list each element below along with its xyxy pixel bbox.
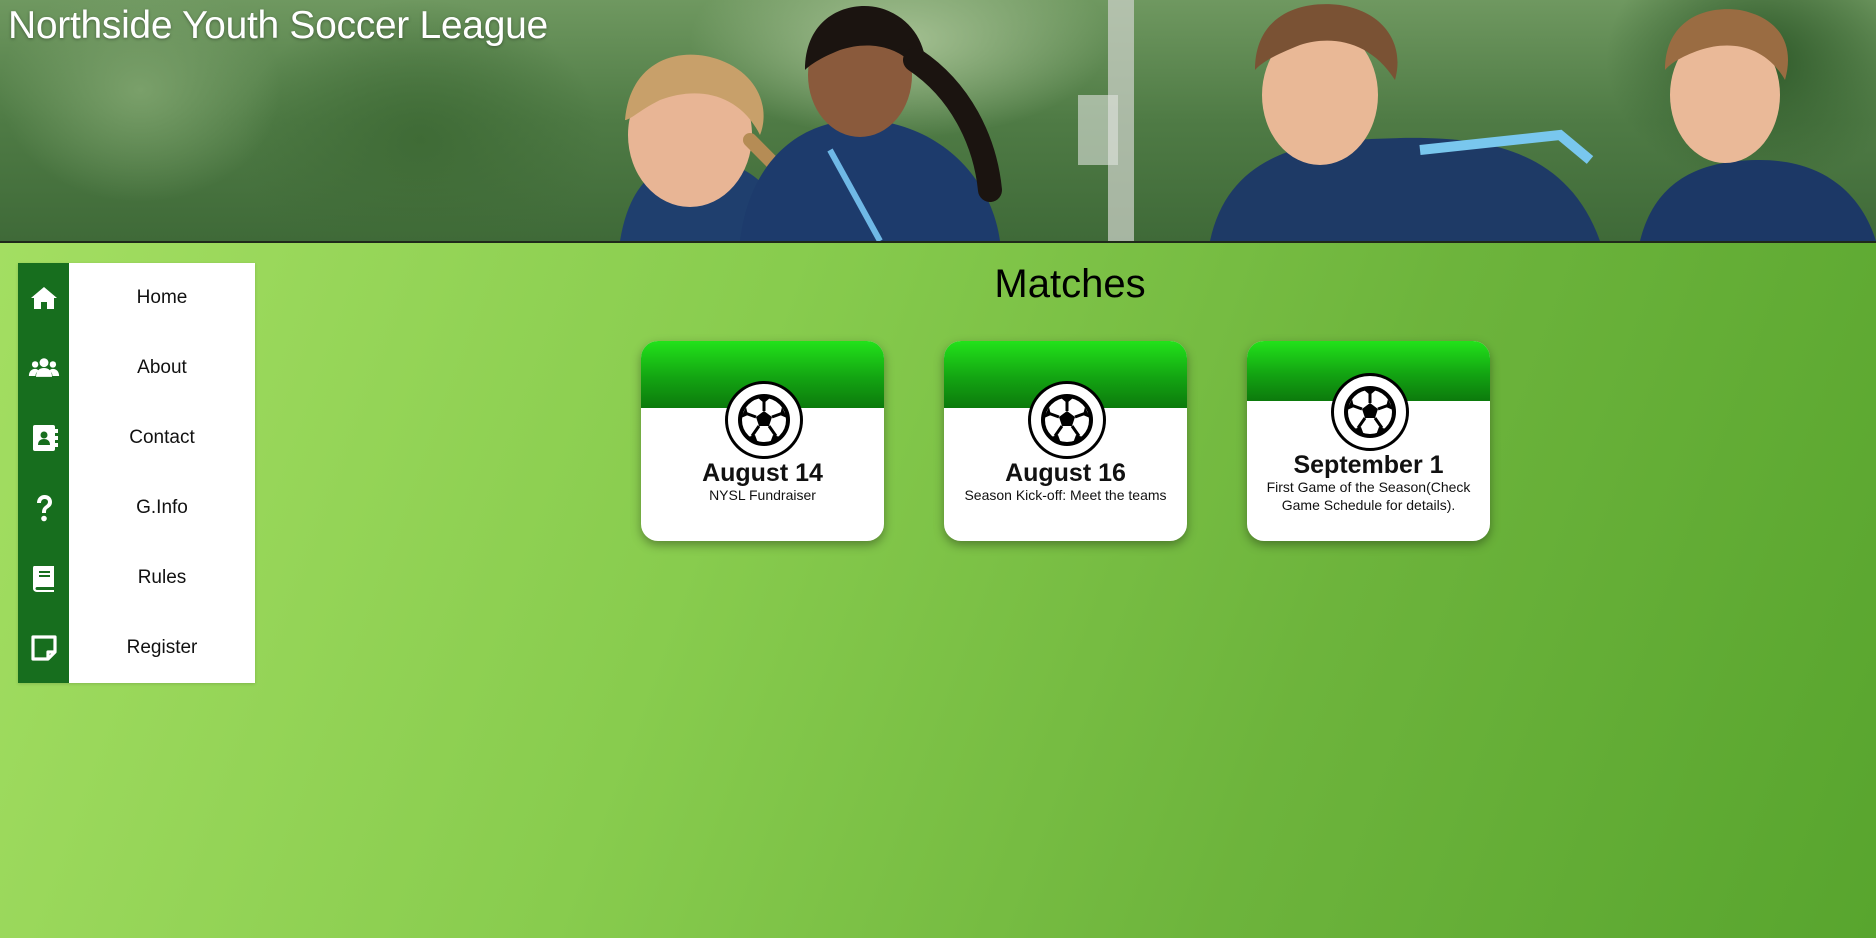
card-description: Season Kick-off: Meet the teams xyxy=(964,487,1167,503)
sidebar-item-home[interactable]: Home xyxy=(69,263,255,333)
users-icon[interactable] xyxy=(18,333,69,403)
sidebar-item-contact[interactable]: Contact xyxy=(69,403,255,473)
soccer-ball-icon xyxy=(1330,373,1409,451)
book-icon[interactable] xyxy=(18,543,69,613)
match-card-august-16[interactable]: August 16 Season Kick-off: Meet the team… xyxy=(944,341,1187,541)
question-icon[interactable] xyxy=(18,473,69,543)
sidebar-item-about[interactable]: About xyxy=(69,333,255,403)
soccer-ball-icon xyxy=(1027,381,1106,459)
sidebar-labels: Home About Contact G.Info Rules Register xyxy=(69,263,255,683)
card-date: August 16 xyxy=(1005,459,1126,487)
sidebar-item-rules[interactable]: Rules xyxy=(69,543,255,613)
sidebar-item-register[interactable]: Register xyxy=(69,613,255,683)
page-title: Matches xyxy=(994,262,1146,306)
sidebar-nav: Home About Contact G.Info Rules Register xyxy=(18,263,255,683)
address-book-icon[interactable] xyxy=(18,403,69,473)
card-description: NYSL Fundraiser xyxy=(709,487,816,503)
soccer-ball-icon xyxy=(724,381,803,459)
card-date: September 1 xyxy=(1293,451,1444,479)
header-banner: Northside Youth Soccer League xyxy=(0,0,1876,243)
sidebar-icon-rail xyxy=(18,263,69,683)
card-date: August 14 xyxy=(702,459,823,487)
match-card-september-1[interactable]: September 1 First Game of the Season(Che… xyxy=(1247,341,1490,541)
sidebar-item-ginfo[interactable]: G.Info xyxy=(69,473,255,543)
match-card-august-14[interactable]: August 14 NYSL Fundraiser xyxy=(641,341,884,541)
home-icon[interactable] xyxy=(18,263,69,333)
sticky-note-icon[interactable] xyxy=(18,613,69,683)
site-title: Northside Youth Soccer League xyxy=(8,4,548,47)
card-description: First Game of the Season(Check Game Sche… xyxy=(1266,479,1471,513)
